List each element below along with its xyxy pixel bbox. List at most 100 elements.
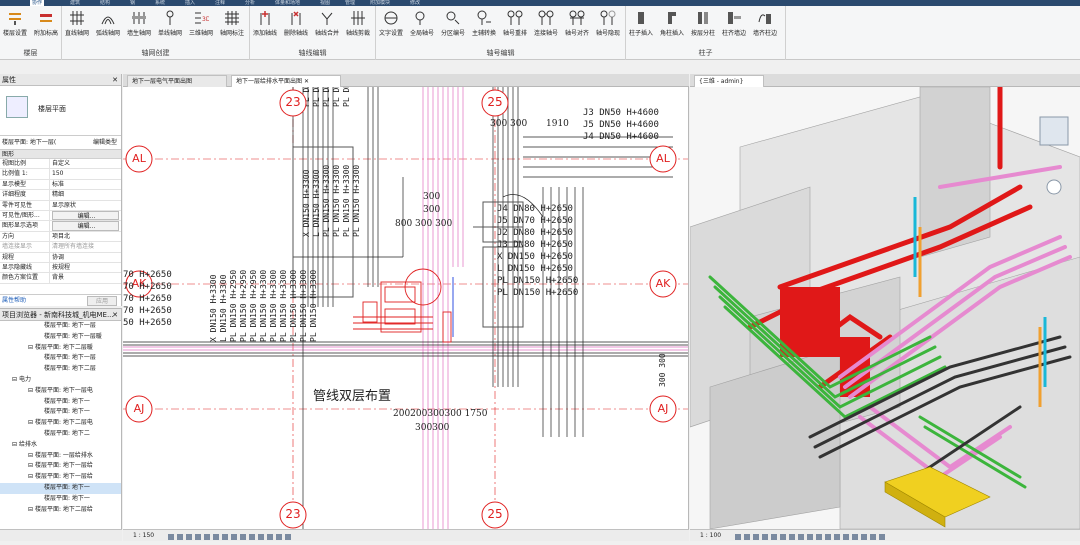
tree-branch-icon[interactable]: ⊟ bbox=[28, 506, 35, 513]
floor-settings-button[interactable]: 楼层设置 bbox=[0, 10, 30, 37]
browser-tree-item[interactable]: ⊟ 楼层平面: 地下一层给 bbox=[0, 461, 121, 472]
3d-view-canvas[interactable] bbox=[690, 87, 1080, 529]
browser-tree-item[interactable]: 楼层平面: 地下一层 bbox=[0, 321, 121, 332]
tab-plumbing-plan[interactable]: 地下一层给排水平面出图 ✕ bbox=[231, 75, 341, 87]
properties-help-link[interactable]: 属性帮助 bbox=[0, 297, 26, 304]
add-axis-button[interactable]: 添加轴线 bbox=[250, 10, 280, 37]
arc-grid-button[interactable]: 弧线轴网 bbox=[93, 10, 123, 37]
browser-tree-item[interactable]: ⊟ 楼层平面: 地下一层电 bbox=[0, 386, 121, 397]
property-value[interactable]: 150 bbox=[50, 169, 121, 178]
grid-label-al-left: AL bbox=[132, 152, 146, 165]
property-row[interactable]: 颜色方案位置 背景 bbox=[0, 273, 121, 284]
tree-branch-icon[interactable]: ⊟ bbox=[28, 419, 35, 426]
scale-readout[interactable]: 1 : 150 bbox=[123, 532, 154, 539]
tree-branch-icon[interactable]: ⊟ bbox=[28, 452, 35, 459]
line-grid-button[interactable]: 直线轴网 bbox=[62, 10, 92, 37]
plan-view-canvas[interactable]: X DN150 H+3300 L DN150 H+3300 PL DN150 H… bbox=[123, 87, 689, 529]
scale-readout[interactable]: 1 : 100 bbox=[690, 532, 721, 539]
tree-branch-icon[interactable]: ⊟ bbox=[28, 473, 35, 480]
wall-grid-button[interactable]: 墙生轴网 bbox=[124, 10, 154, 37]
property-value[interactable]: 自定义 bbox=[50, 159, 121, 168]
browser-tree-item[interactable]: 楼层平面: 地下一 bbox=[0, 482, 121, 494]
property-value[interactable]: 按规程 bbox=[50, 263, 121, 272]
connect-number-button[interactable]: 连接轴号 bbox=[531, 10, 561, 37]
property-row[interactable]: 显示隐藏线 按规程 bbox=[0, 262, 121, 274]
text-settings-button[interactable]: 文字设置 bbox=[376, 10, 406, 37]
property-row[interactable]: 零件可见性 显示原状 bbox=[0, 200, 121, 211]
section-graphics[interactable]: 图形 bbox=[0, 150, 121, 159]
renumber-button[interactable]: 轴号重排 bbox=[500, 10, 530, 37]
property-row[interactable]: 规程 协调 bbox=[0, 252, 121, 263]
close-icon[interactable]: ✕ bbox=[112, 309, 118, 321]
property-row[interactable]: 墙连接显示 清理所有墙连接 bbox=[0, 242, 121, 253]
column-to-wall-button[interactable]: 柱齐墙边 bbox=[719, 10, 749, 37]
global-axis-number-button[interactable]: 全局轴号 bbox=[407, 10, 437, 37]
browser-tree-item[interactable]: 楼层平面: 地下二层 bbox=[0, 364, 121, 375]
browser-tree-item[interactable]: ⊟ 电力 bbox=[0, 375, 121, 386]
browser-tree-item[interactable]: ⊟ 楼层平面: 地下一层给 bbox=[0, 472, 121, 483]
property-value[interactable]: 项目北 bbox=[50, 232, 121, 241]
browser-tree-item[interactable]: ⊟ 楼层平面: 地下二层给 bbox=[0, 505, 121, 516]
close-icon[interactable]: ✕ bbox=[112, 74, 118, 86]
property-row[interactable]: 可见性/图形... 编辑... bbox=[0, 210, 121, 222]
grid-dimension-button[interactable]: 轴网标注 bbox=[217, 10, 247, 37]
browser-tree-item[interactable]: 楼层平面: 地下一 bbox=[0, 407, 121, 418]
collapse-icon[interactable]: ⊟ bbox=[12, 376, 19, 383]
browser-tree-item[interactable]: 楼层平面: 地下一层暖 bbox=[0, 332, 121, 343]
align-number-button[interactable]: 轴号对齐 bbox=[562, 10, 592, 37]
tree-branch-icon[interactable]: ⊟ bbox=[28, 387, 35, 394]
property-row[interactable]: 视图比例 自定义 bbox=[0, 159, 121, 170]
3d-grid-button[interactable]: 3D 三维轴网 bbox=[186, 10, 216, 37]
property-value[interactable]: 显示原状 bbox=[50, 201, 121, 210]
browser-tree-item[interactable]: 楼层平面: 地下一 bbox=[0, 494, 121, 505]
single-grid-button[interactable]: 单线轴网 bbox=[155, 10, 185, 37]
close-icon[interactable]: ✕ bbox=[304, 78, 309, 85]
property-value[interactable]: 协调 bbox=[50, 253, 121, 262]
trim-axis-button[interactable]: 轴线剪裁 bbox=[343, 10, 373, 37]
zone-number-button[interactable]: 分区编号 bbox=[438, 10, 468, 37]
tab-electrical-plan[interactable]: 地下一层电气平面出图 bbox=[127, 75, 227, 87]
insert-column-button[interactable]: 柱子插入 bbox=[626, 10, 656, 37]
merge-axis-button[interactable]: 轴线合并 bbox=[312, 10, 342, 37]
property-value[interactable]: 标准 bbox=[50, 180, 121, 189]
browser-tree-item[interactable]: ⊟ 楼层平面: 一层给排水 bbox=[0, 451, 121, 462]
property-value[interactable]: 清理所有墙连接 bbox=[50, 242, 121, 251]
view-control-icons[interactable] bbox=[735, 533, 888, 545]
property-row[interactable]: 比例值 1: 150 bbox=[0, 169, 121, 180]
split-column-button[interactable]: 按层分柱 bbox=[688, 10, 718, 37]
property-row[interactable]: 详细程度 精细 bbox=[0, 190, 121, 201]
add-axis-icon bbox=[260, 11, 270, 25]
browser-tree-item[interactable]: ⊟ 给排水 bbox=[0, 440, 121, 451]
instance-filter[interactable]: 楼层平面: 地下一层( 编辑类型 bbox=[0, 136, 121, 150]
add-level-button[interactable]: 附加标高 bbox=[31, 10, 61, 37]
browser-tree-item[interactable]: ⊟ 楼层平面: 地下二层暖 bbox=[0, 343, 121, 354]
tree-branch-icon[interactable]: ⊟ bbox=[28, 344, 35, 351]
apply-button[interactable]: 应用 bbox=[87, 296, 117, 306]
property-row[interactable]: 图形显示选项 编辑... bbox=[0, 221, 121, 232]
delete-axis-button[interactable]: 删除轴线 bbox=[281, 10, 311, 37]
tree-branch-icon[interactable]: ⊟ bbox=[28, 462, 35, 469]
property-value[interactable]: 精细 bbox=[50, 190, 121, 199]
browser-tree-item[interactable]: 楼层平面: 地下一 bbox=[0, 397, 121, 408]
button-label: 直线轴网 bbox=[64, 30, 89, 37]
view-control-icons[interactable] bbox=[168, 533, 294, 545]
pipe-label: X DN150 H+2650 bbox=[497, 252, 573, 262]
collapse-icon[interactable]: ⊟ bbox=[12, 441, 19, 448]
toggle-number-button[interactable]: 轴号隐现 bbox=[593, 10, 623, 37]
edit-button[interactable]: 编辑... bbox=[52, 210, 119, 221]
wall-to-column-button[interactable]: 墙齐柱边 bbox=[750, 10, 780, 37]
tab-3d-view[interactable]: {三维 - admin} bbox=[694, 75, 764, 87]
browser-tree-item[interactable]: 楼层平面: 地下一层 bbox=[0, 353, 121, 364]
property-row[interactable]: 显示模型 标准 bbox=[0, 179, 121, 191]
button-label: 全局轴号 bbox=[409, 30, 434, 37]
property-row[interactable]: 方向 项目北 bbox=[0, 231, 121, 243]
property-value[interactable]: 背景 bbox=[50, 273, 121, 282]
property-key: 颜色方案位置 bbox=[0, 273, 50, 283]
browser-tree-item[interactable]: ⊟ 楼层平面: 地下二层电 bbox=[0, 418, 121, 429]
corner-column-button[interactable]: 角柱插入 bbox=[657, 10, 687, 37]
browser-tree-item[interactable]: 楼层平面: 地下二 bbox=[0, 429, 121, 440]
type-selector[interactable]: 楼层平面 bbox=[0, 86, 121, 136]
primary-secondary-button[interactable]: 主辅转换 bbox=[469, 10, 499, 37]
edit-button[interactable]: 编辑... bbox=[52, 221, 119, 231]
edit-type-button[interactable]: 编辑类型 bbox=[93, 136, 117, 150]
